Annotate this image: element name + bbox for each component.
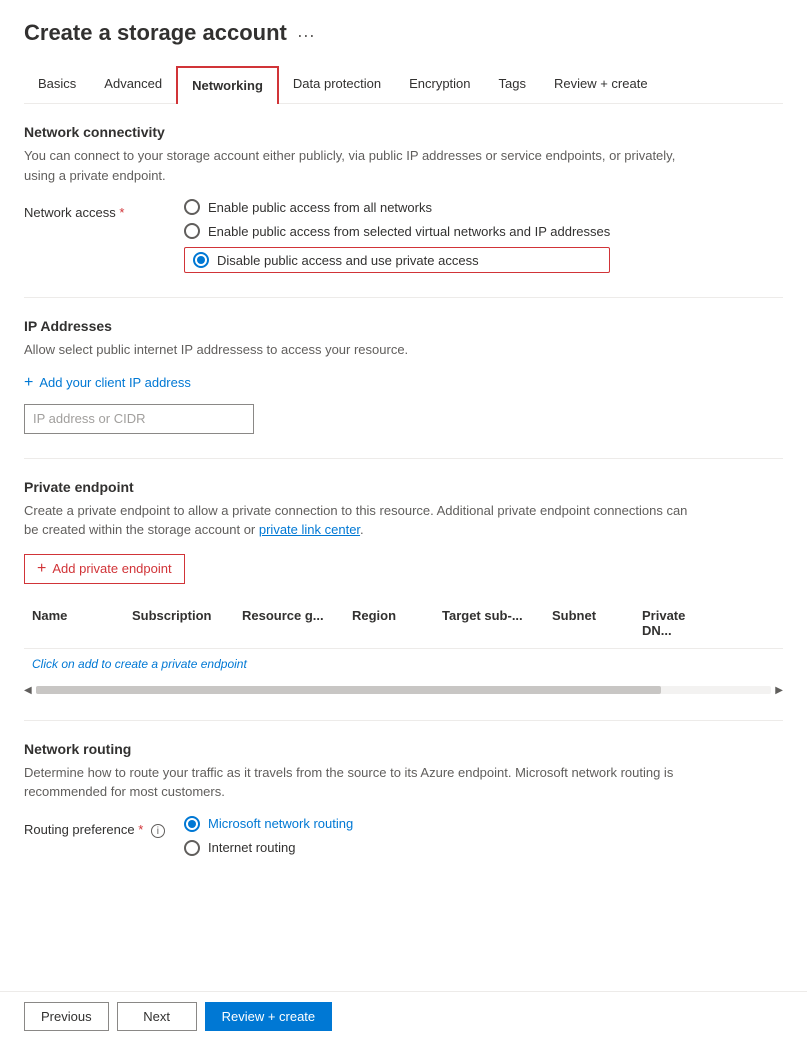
radio-input-internet: [184, 840, 200, 856]
routing-preference-row: Routing preference * i Microsoft network…: [24, 816, 783, 856]
network-routing-section: Network routing Determine how to route y…: [24, 741, 783, 856]
radio-label-disable: Disable public access and use private ac…: [217, 253, 479, 268]
ip-addresses-title: IP Addresses: [24, 318, 783, 334]
tab-basics[interactable]: Basics: [24, 66, 90, 103]
radio-all-networks[interactable]: Enable public access from all networks: [184, 199, 610, 215]
private-endpoint-desc: Create a private endpoint to allow a pri…: [24, 501, 704, 540]
page-title-ellipsis: ···: [297, 25, 315, 46]
col-region: Region: [344, 604, 434, 642]
network-connectivity-section: Network connectivity You can connect to …: [24, 124, 783, 273]
add-private-endpoint-button[interactable]: + Add private endpoint: [24, 554, 185, 584]
radio-label-selected: Enable public access from selected virtu…: [208, 224, 610, 239]
tab-advanced[interactable]: Advanced: [90, 66, 176, 103]
scroll-right-arrow[interactable]: ▶: [775, 685, 783, 696]
routing-required-marker: *: [138, 822, 143, 837]
divider-2: [24, 458, 783, 459]
radio-label-internet: Internet routing: [208, 840, 295, 855]
col-name: Name: [24, 604, 124, 642]
radio-selected-networks[interactable]: Enable public access from selected virtu…: [184, 223, 610, 239]
ip-address-input[interactable]: [24, 404, 254, 434]
routing-preference-label: Routing preference * i: [24, 816, 184, 839]
private-endpoint-table: Name Subscription Resource g... Region T…: [24, 598, 783, 679]
radio-disable-public[interactable]: Disable public access and use private ac…: [184, 247, 610, 273]
network-access-radio-group: Enable public access from all networks E…: [184, 199, 610, 273]
page-title: Create a storage account: [24, 20, 287, 46]
divider-1: [24, 297, 783, 298]
tab-networking[interactable]: Networking: [176, 66, 279, 104]
tab-review-create[interactable]: Review + create: [540, 66, 662, 103]
network-routing-desc: Determine how to route your traffic as i…: [24, 763, 704, 802]
radio-input-disable: [193, 252, 209, 268]
tab-encryption[interactable]: Encryption: [395, 66, 484, 103]
network-access-row: Network access * Enable public access fr…: [24, 199, 783, 273]
plus-icon-endpoint: +: [37, 560, 46, 578]
col-resource-group: Resource g...: [234, 604, 344, 642]
private-endpoint-section: Private endpoint Create a private endpoi…: [24, 479, 783, 696]
scroll-left-arrow[interactable]: ◀: [24, 685, 32, 696]
private-endpoint-title: Private endpoint: [24, 479, 783, 495]
radio-input-microsoft: [184, 816, 200, 832]
radio-input-selected: [184, 223, 200, 239]
ip-addresses-desc: Allow select public internet IP addresse…: [24, 340, 704, 360]
radio-label-all: Enable public access from all networks: [208, 200, 432, 215]
routing-info-icon[interactable]: i: [151, 824, 165, 838]
divider-3: [24, 720, 783, 721]
required-marker: *: [119, 205, 124, 220]
previous-button[interactable]: Previous: [24, 1002, 109, 1031]
col-subscription: Subscription: [124, 604, 234, 642]
plus-icon-ip: +: [24, 374, 33, 392]
radio-label-microsoft: Microsoft network routing: [208, 816, 353, 831]
ip-addresses-section: IP Addresses Allow select public interne…: [24, 318, 783, 434]
add-private-endpoint-label: Add private endpoint: [52, 561, 171, 576]
add-client-ip-link[interactable]: + Add your client IP address: [24, 374, 783, 392]
footer-bar: Previous Next Review + create: [0, 991, 807, 1041]
col-subnet: Subnet: [544, 604, 634, 642]
private-link-center-link[interactable]: private link center: [259, 522, 360, 537]
radio-internet-routing[interactable]: Internet routing: [184, 840, 353, 856]
radio-microsoft-routing[interactable]: Microsoft network routing: [184, 816, 353, 832]
network-connectivity-desc: You can connect to your storage account …: [24, 146, 704, 185]
table-empty-message: Click on add to create a private endpoin…: [24, 649, 783, 679]
col-target-sub: Target sub-...: [434, 604, 544, 642]
network-access-label: Network access *: [24, 199, 184, 220]
col-private-dns: Private DN...: [634, 604, 724, 642]
table-scrollbar[interactable]: ◀ ▶: [24, 685, 783, 696]
next-button[interactable]: Next: [117, 1002, 197, 1031]
review-create-button[interactable]: Review + create: [205, 1002, 333, 1031]
tab-data-protection[interactable]: Data protection: [279, 66, 395, 103]
tab-tags[interactable]: Tags: [485, 66, 540, 103]
table-header: Name Subscription Resource g... Region T…: [24, 598, 783, 649]
routing-radio-group: Microsoft network routing Internet routi…: [184, 816, 353, 856]
radio-input-all: [184, 199, 200, 215]
network-connectivity-title: Network connectivity: [24, 124, 783, 140]
tabs-container: Basics Advanced Networking Data protecti…: [24, 66, 783, 104]
network-routing-title: Network routing: [24, 741, 783, 757]
scrollbar-thumb: [36, 686, 661, 694]
scrollbar-track[interactable]: [36, 686, 772, 694]
add-client-ip-label: Add your client IP address: [39, 375, 191, 390]
